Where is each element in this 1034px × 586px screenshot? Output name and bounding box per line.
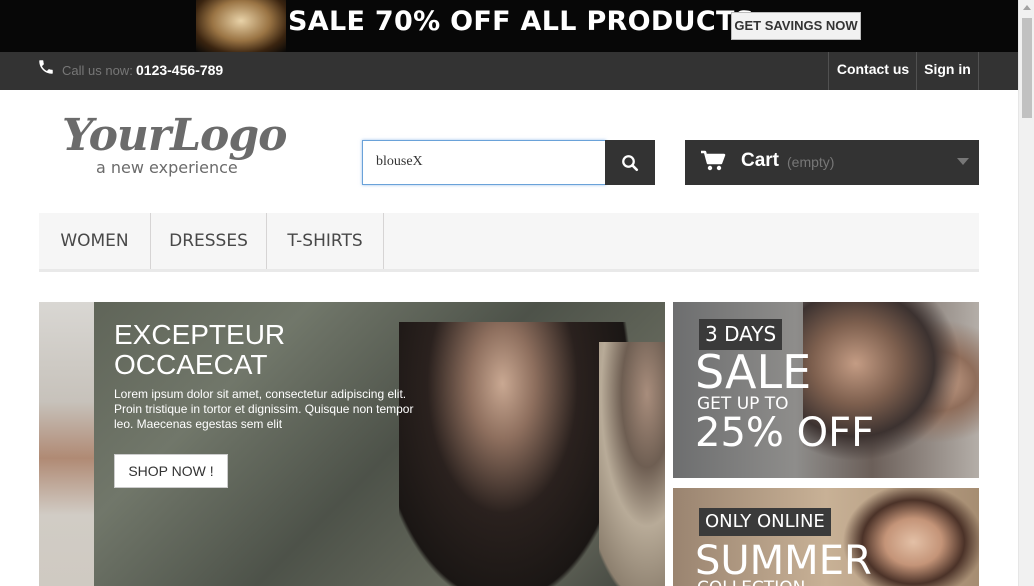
contact-us-link[interactable]: Contact us bbox=[828, 52, 917, 90]
call-us-label: Call us now: bbox=[62, 63, 133, 78]
banner-model-image bbox=[196, 0, 286, 52]
phone-number: 0123-456-789 bbox=[136, 62, 224, 78]
sign-in-link[interactable]: Sign in bbox=[916, 52, 979, 90]
scroll-up-icon[interactable] bbox=[1023, 5, 1031, 10]
search-input[interactable] bbox=[363, 141, 601, 182]
phone-icon bbox=[37, 58, 55, 81]
previous-slide-image bbox=[39, 302, 94, 586]
menu-item-tshirts[interactable]: T-SHIRTS bbox=[267, 213, 384, 269]
search-button[interactable] bbox=[605, 140, 655, 185]
cart-status: (empty) bbox=[787, 154, 835, 170]
promo-sale-banner[interactable]: 3 DAYS SALE GET UP TO 25% OFF bbox=[673, 302, 979, 478]
top-nav-bar: Call us now: 0123-456-789 Contact us Sig… bbox=[0, 52, 1018, 90]
hero-model-image bbox=[399, 322, 629, 586]
sale-heading: SALE bbox=[695, 345, 812, 399]
menu-item-women[interactable]: WOMEN bbox=[39, 213, 151, 269]
shop-now-button[interactable]: SHOP NOW ! bbox=[114, 454, 228, 488]
banner-headline: SALE 70% OFF ALL PRODUCTS bbox=[288, 6, 755, 37]
logo-tagline: a new experience bbox=[96, 158, 238, 177]
cart-label: Cart bbox=[741, 150, 780, 171]
hero-slider[interactable]: EXCEPTEUR OCCAECAT Lorem ipsum dolor sit… bbox=[39, 302, 665, 586]
category-menu: WOMEN DRESSES T-SHIRTS bbox=[39, 213, 979, 272]
hero-title: EXCEPTEUR OCCAECAT bbox=[114, 319, 286, 380]
search-box bbox=[362, 140, 606, 185]
collection-subheading: COLLECTION bbox=[697, 578, 805, 586]
only-online-badge: ONLY ONLINE bbox=[699, 508, 831, 536]
hero-description: Lorem ipsum dolor sit amet, consectetur … bbox=[114, 387, 414, 431]
logo-wordmark: YourLogo bbox=[62, 110, 288, 161]
promo-banner[interactable]: SALE 70% OFF ALL PRODUCTS GET SAVINGS NO… bbox=[0, 0, 1018, 52]
hero-secondary-model-image bbox=[599, 342, 665, 586]
get-savings-button[interactable]: GET SAVINGS NOW bbox=[731, 12, 861, 40]
search-icon bbox=[622, 155, 639, 172]
cart-icon bbox=[700, 150, 726, 177]
site-logo[interactable]: YourLogo a new experience bbox=[62, 110, 302, 184]
chevron-down-icon bbox=[957, 158, 969, 165]
scrollbar-thumb[interactable] bbox=[1022, 18, 1032, 118]
sale-percentage: 25% OFF bbox=[695, 410, 875, 456]
page-scrollbar[interactable] bbox=[1018, 0, 1034, 586]
menu-item-dresses[interactable]: DRESSES bbox=[151, 213, 267, 269]
promo-summer-banner[interactable]: ONLY ONLINE SUMMER COLLECTION bbox=[673, 488, 979, 586]
cart-dropdown[interactable]: Cart (empty) bbox=[685, 140, 979, 185]
